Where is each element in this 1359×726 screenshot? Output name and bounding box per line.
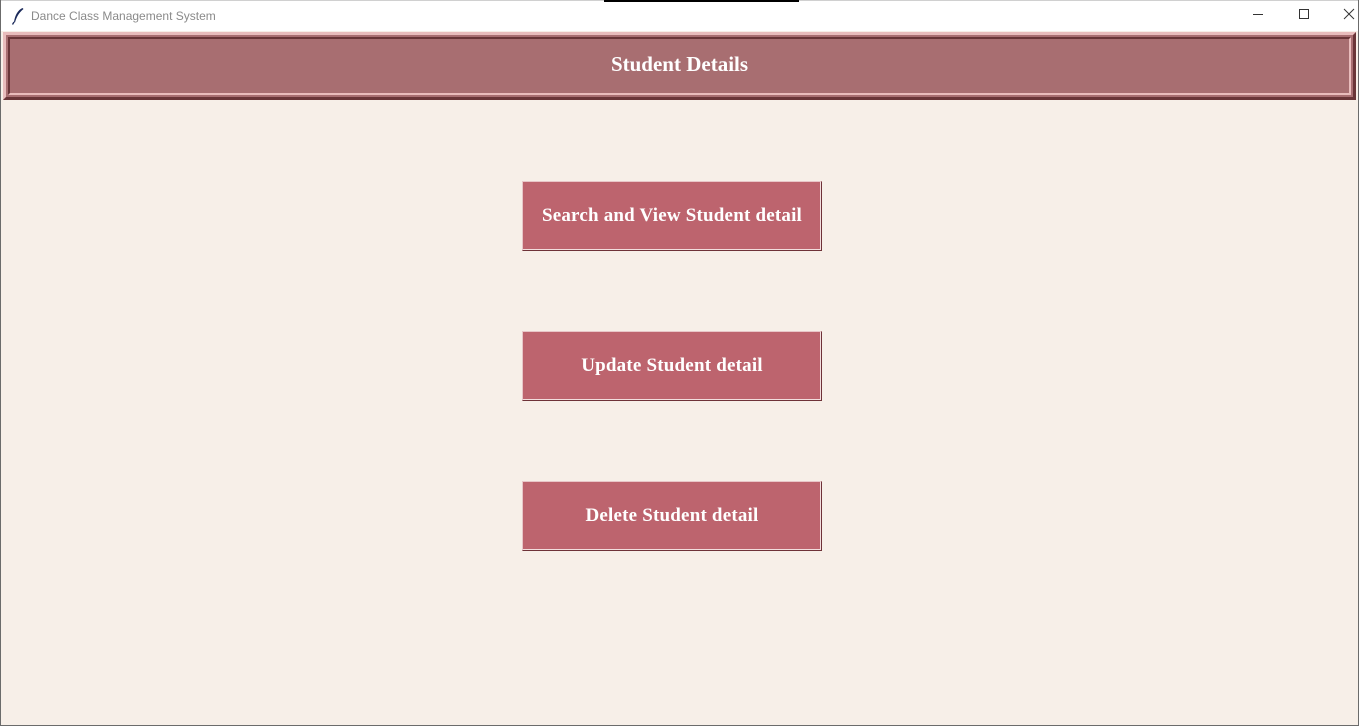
search-view-student-button[interactable]: Search and View Student detail	[522, 181, 822, 251]
app-window: Dance Class Management System Student De…	[0, 0, 1359, 726]
maximize-button[interactable]	[1281, 1, 1327, 31]
update-student-button[interactable]: Update Student detail	[522, 331, 822, 401]
minimize-icon	[1252, 7, 1264, 25]
close-icon	[1343, 7, 1355, 25]
title-bar[interactable]: Dance Class Management System	[1, 0, 1358, 31]
page-title: Student Details	[610, 51, 749, 76]
header-banner: Student Details	[3, 32, 1356, 100]
minimize-button[interactable]	[1235, 1, 1281, 31]
delete-student-button[interactable]: Delete Student detail	[522, 481, 822, 551]
close-button[interactable]	[1326, 1, 1358, 31]
maximize-icon	[1298, 7, 1310, 25]
title-bar-accent	[604, 0, 799, 2]
header-inner: Student Details	[8, 37, 1351, 95]
feather-icon	[10, 7, 26, 25]
window-title: Dance Class Management System	[31, 9, 216, 23]
